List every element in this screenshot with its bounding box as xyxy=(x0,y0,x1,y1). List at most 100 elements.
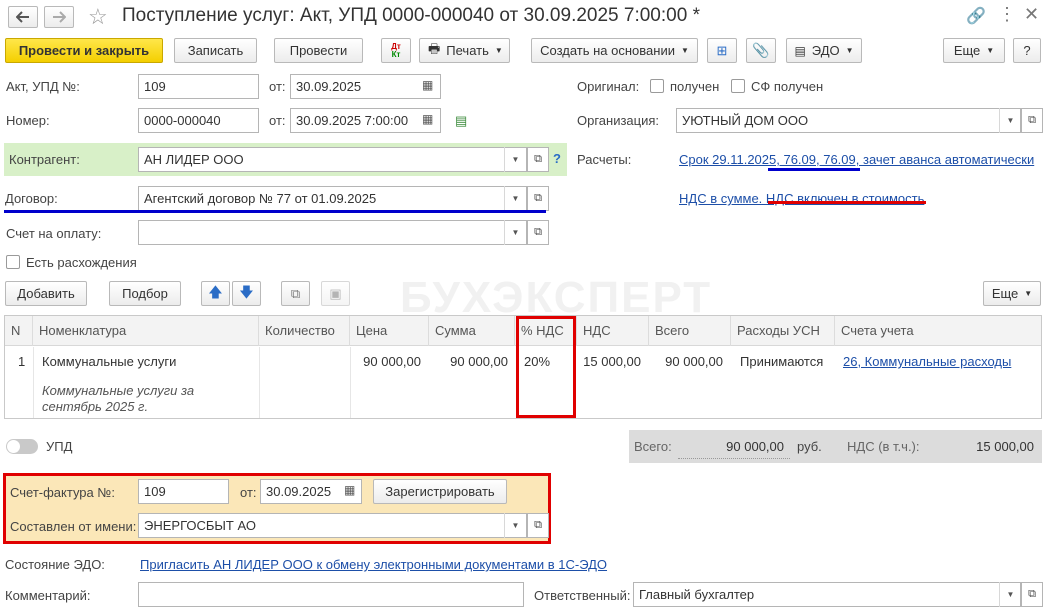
org-dropdown-button[interactable]: ▼ xyxy=(999,108,1021,133)
row-total[interactable]: 90 000,00 xyxy=(649,354,723,369)
post-and-close-button[interactable]: Провести и закрыть xyxy=(5,38,163,63)
row-item[interactable]: Коммунальные услуги xyxy=(42,354,176,369)
contractor-field[interactable]: АН ЛИДЕР ООО xyxy=(138,147,527,172)
attach-button[interactable]: 📎 xyxy=(746,38,776,63)
contractor-open-button[interactable]: ⧉ xyxy=(527,147,549,172)
org-open-button[interactable]: ⧉ xyxy=(1021,108,1043,133)
responsible-field[interactable]: Главный бухгалтер xyxy=(633,582,1021,607)
number-date-label: от: xyxy=(269,113,286,128)
col-header-qty[interactable]: Количество xyxy=(259,316,350,346)
chevron-down-icon: ▼ xyxy=(1006,116,1015,125)
col-header-item[interactable]: Номенклатура xyxy=(33,316,259,346)
responsible-dropdown-button[interactable]: ▼ xyxy=(999,582,1021,607)
chevron-down-icon: ▼ xyxy=(511,155,520,164)
invoice-dropdown-button[interactable]: ▼ xyxy=(504,220,526,245)
contractor-label: Контрагент: xyxy=(9,152,80,167)
col-header-accounts[interactable]: Счета учета xyxy=(835,316,1041,346)
arrow-down-icon: 🡇 xyxy=(239,283,254,300)
link-icon[interactable]: 🔗 xyxy=(966,6,986,26)
favorite-star-icon[interactable]: ☆ xyxy=(88,4,108,30)
responsible-label: Ответственный: xyxy=(534,588,631,603)
chevron-down-icon: ▼ xyxy=(511,194,520,203)
row-item-note[interactable]: Коммунальные услуги за сентябрь 2025 г. xyxy=(42,383,242,415)
act-date-field[interactable]: 30.09.2025 xyxy=(290,74,441,99)
row-vat[interactable]: 15 000,00 xyxy=(577,354,641,369)
more-label: Еще xyxy=(953,43,981,58)
open-icon: ⧉ xyxy=(1028,588,1036,600)
vat-mode-underline-annotation xyxy=(768,201,926,204)
contract-dropdown-button[interactable]: ▼ xyxy=(504,186,526,211)
comment-field[interactable] xyxy=(138,582,524,607)
contract-field[interactable]: Агентский договор № 77 от 01.09.2025 xyxy=(138,186,527,211)
add-row-button[interactable]: Добавить xyxy=(5,281,87,306)
comment-label: Комментарий: xyxy=(5,588,91,603)
chevron-down-icon: ▼ xyxy=(511,228,520,237)
sf-on-behalf-field[interactable]: ЭНЕРГОСБЫТ АО xyxy=(138,513,527,538)
calendar-icon[interactable]: ▦ xyxy=(344,483,355,497)
edo-button[interactable]: ▤ ЭДО ▼ xyxy=(786,38,862,63)
create-based-on-button[interactable]: Создать на основании ▼ xyxy=(531,38,698,63)
comment-edit-icon[interactable]: ▤ xyxy=(455,113,467,129)
copy-icon: ⧉ xyxy=(290,285,301,301)
open-icon: ⧉ xyxy=(534,192,542,204)
original-received-checkbox[interactable] xyxy=(650,79,664,93)
edo-invite-link[interactable]: Пригласить АН ЛИДЕР ООО к обмену электро… xyxy=(140,557,607,572)
edo-state-label: Состояние ЭДО: xyxy=(5,557,105,572)
sf-on-behalf-dropdown-button[interactable]: ▼ xyxy=(504,513,526,538)
chevron-down-icon: ▼ xyxy=(986,46,995,55)
settlements-link[interactable]: Срок 29.11.2025, 76.09, 76.09, зачет ава… xyxy=(679,152,1034,167)
invoice-open-button[interactable]: ⧉ xyxy=(527,220,549,245)
act-number-field[interactable]: 109 xyxy=(138,74,259,99)
invoice-field[interactable] xyxy=(138,220,527,245)
calendar-icon[interactable]: ▦ xyxy=(422,112,433,126)
paste-row-button[interactable]: ▣ xyxy=(321,281,350,306)
discrepancy-label: Есть расхождения xyxy=(26,255,137,270)
col-header-n[interactable]: N xyxy=(5,316,33,346)
more-vert-icon[interactable]: ⋮ xyxy=(998,4,1016,25)
more-button[interactable]: Еще ▼ xyxy=(943,38,1005,63)
select-button[interactable]: Подбор xyxy=(109,281,181,306)
edo-icon: ▤ xyxy=(794,43,806,58)
contractor-help-icon[interactable]: ? xyxy=(553,151,561,166)
sf-received-checkbox[interactable] xyxy=(731,79,745,93)
row-usn[interactable]: Принимаются xyxy=(740,354,823,369)
save-button[interactable]: Записать xyxy=(174,38,257,63)
back-button[interactable] xyxy=(8,6,38,28)
responsible-open-button[interactable]: ⧉ xyxy=(1021,582,1043,607)
contractor-dropdown-button[interactable]: ▼ xyxy=(504,147,526,172)
dtkt-button[interactable]: Дт Кт xyxy=(381,38,411,63)
upd-toggle[interactable] xyxy=(6,439,38,454)
number-date-field[interactable]: 30.09.2025 7:00:00 xyxy=(290,108,441,133)
sf-on-behalf-open-button[interactable]: ⧉ xyxy=(527,513,549,538)
close-icon[interactable]: ✕ xyxy=(1024,4,1039,25)
row-number: 1 xyxy=(18,354,26,369)
table-more-button[interactable]: Еще ▼ xyxy=(983,281,1041,306)
col-header-usn[interactable]: Расходы УСН xyxy=(731,316,835,346)
row-price[interactable]: 90 000,00 xyxy=(350,354,421,369)
discrepancy-checkbox[interactable] xyxy=(6,255,20,269)
sf-date-value: 30.09.2025 xyxy=(266,484,332,499)
org-field[interactable]: УЮТНЫЙ ДОМ ООО xyxy=(676,108,1021,133)
post-button[interactable]: Провести xyxy=(274,38,363,63)
forward-button[interactable] xyxy=(44,6,74,28)
arrow-left-icon xyxy=(16,11,29,23)
move-down-button[interactable]: 🡇 xyxy=(232,281,261,306)
calendar-icon[interactable]: ▦ xyxy=(422,78,433,92)
move-up-button[interactable]: 🡅 xyxy=(201,281,230,306)
row-accounts-link[interactable]: 26, Коммунальные расходы xyxy=(843,354,1011,369)
total-label: Всего: xyxy=(634,439,672,454)
col-header-vat[interactable]: НДС xyxy=(577,316,649,346)
register-button[interactable]: Зарегистрировать xyxy=(373,479,507,504)
col-header-price[interactable]: Цена xyxy=(350,316,429,346)
number-field[interactable]: 0000-000040 xyxy=(138,108,259,133)
print-button[interactable]: 🖶 Печать ▼ xyxy=(419,38,510,63)
structure-button[interactable]: ⊞ xyxy=(707,38,737,63)
contract-open-button[interactable]: ⧉ xyxy=(527,186,549,211)
col-header-sum[interactable]: Сумма xyxy=(429,316,515,346)
copy-row-button[interactable]: ⧉ xyxy=(281,281,310,306)
help-button[interactable]: ? xyxy=(1013,38,1041,63)
structure-icon: ⊞ xyxy=(716,42,728,58)
col-header-total[interactable]: Всего xyxy=(649,316,731,346)
sf-number-field[interactable]: 109 xyxy=(138,479,229,504)
row-sum[interactable]: 90 000,00 xyxy=(429,354,508,369)
